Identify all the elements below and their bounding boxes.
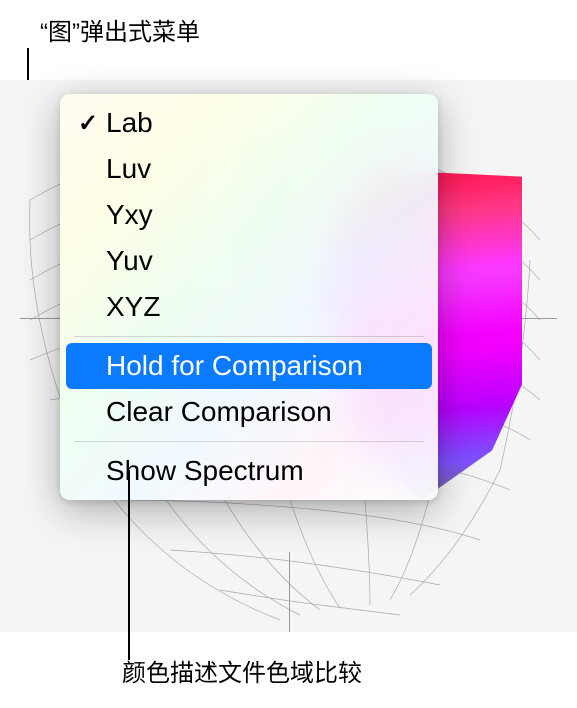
menu-label: Clear Comparison [106,396,420,428]
menu-separator [74,441,424,442]
menu-item-luv[interactable]: Luv [60,146,438,192]
callout-line-icon [128,470,130,660]
menu-label: Luv [106,153,420,185]
menu-label: Lab [106,107,420,139]
menu-item-show-spectrum[interactable]: Show Spectrum [60,448,438,494]
menu-item-yxy[interactable]: Yxy [60,192,438,238]
plot-popup-menu[interactable]: ✓ Lab Luv Yxy Yuv XYZ Hold for Compariso… [60,94,438,500]
menu-label: Hold for Comparison [106,350,420,382]
menu-item-hold-comparison[interactable]: Hold for Comparison [66,343,432,389]
menu-label: Show Spectrum [106,455,420,487]
axis-vertical [289,552,290,632]
menu-label: XYZ [106,291,420,323]
menu-label: Yuv [106,245,420,277]
callout-top-label: “图”弹出式菜单 [40,12,200,47]
menu-separator [74,336,424,337]
menu-item-yuv[interactable]: Yuv [60,238,438,284]
menu-item-clear-comparison[interactable]: Clear Comparison [60,389,438,435]
menu-item-lab[interactable]: ✓ Lab [60,100,438,146]
menu-label: Yxy [106,199,420,231]
callout-bottom-label: 颜色描述文件色域比较 [122,653,362,688]
checkmark-icon: ✓ [78,109,106,138]
menu-item-xyz[interactable]: XYZ [60,284,438,330]
